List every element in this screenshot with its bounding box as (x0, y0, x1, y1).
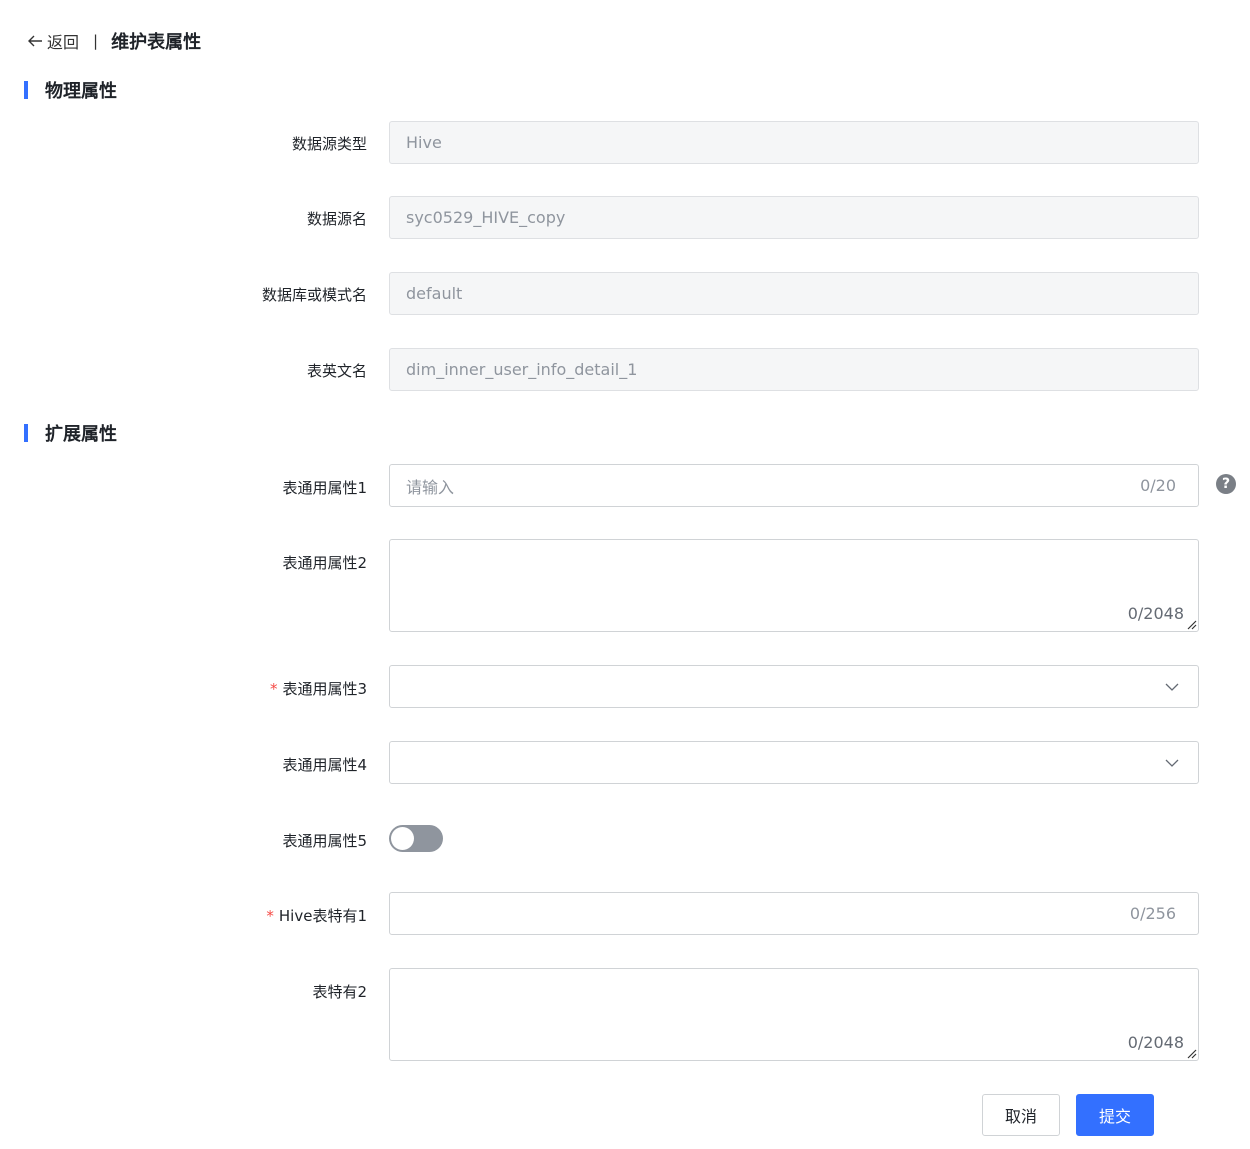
attr5-toggle[interactable] (389, 825, 443, 852)
attr1-placeholder: 请输入 (406, 477, 455, 497)
attr1-input[interactable]: 请输入 0/20 (389, 464, 1199, 507)
section-physical-title: 物理属性 (24, 79, 117, 102)
section-physical-label: 物理属性 (45, 81, 117, 102)
section-extended-title: 扩展属性 (24, 422, 117, 445)
datasource-type-field: Hive (389, 121, 1199, 164)
attr2-textarea[interactable]: 0/2048 (389, 539, 1199, 632)
datasource-type-label: 数据源类型 (291, 135, 367, 153)
arrow-left-icon (28, 35, 42, 47)
table-name-value: dim_inner_user_info_detail_1 (406, 360, 638, 379)
database-name-field: default (389, 272, 1199, 315)
header-separator: | (93, 32, 99, 50)
datasource-type-value: Hive (406, 133, 442, 152)
hive1-label: * Hive表特有1 (266, 905, 367, 926)
back-label: 返回 (47, 33, 80, 52)
hive1-label-text: Hive表特有1 (278, 907, 367, 925)
cancel-button[interactable]: 取消 (982, 1094, 1060, 1136)
required-mark: * (266, 907, 274, 925)
submit-button[interactable]: 提交 (1076, 1094, 1154, 1136)
attr3-select[interactable] (389, 665, 1199, 708)
attr3-label: * 表通用属性3 (270, 678, 367, 699)
page-title: 维护表属性 (111, 32, 202, 53)
required-mark: * (269, 680, 278, 698)
table-name-field: dim_inner_user_info_detail_1 (389, 348, 1199, 391)
section-accent-bar (24, 424, 28, 442)
attr4-select[interactable] (389, 741, 1199, 784)
attr5-label: 表通用属性5 (282, 832, 367, 850)
special2-label: 表特有2 (312, 983, 367, 1001)
table-name-label: 表英文名 (306, 362, 367, 380)
help-icon[interactable]: ? (1216, 474, 1236, 494)
datasource-name-label: 数据源名 (306, 210, 367, 228)
attr1-counter: 0/20 (1140, 476, 1176, 495)
attr1-label: 表通用属性1 (282, 479, 367, 497)
database-name-value: default (406, 284, 463, 303)
attr2-label: 表通用属性2 (282, 554, 367, 572)
special2-textarea[interactable]: 0/2048 (389, 968, 1199, 1061)
toggle-knob (391, 827, 414, 850)
hive1-input[interactable]: 0/256 (389, 892, 1199, 935)
datasource-name-value: syc0529_HIVE_copy (406, 208, 566, 227)
section-extended-label: 扩展属性 (45, 424, 117, 445)
page-header: 返回 | 维护表属性 (26, 28, 201, 54)
attr2-counter: 0/2048 (1127, 604, 1184, 623)
database-name-label: 数据库或模式名 (261, 286, 367, 304)
chevron-down-icon (1165, 683, 1179, 691)
hive1-counter: 0/256 (1129, 904, 1176, 923)
resize-handle-icon[interactable] (1185, 1047, 1197, 1059)
attr4-label: 表通用属性4 (282, 756, 367, 774)
attr3-label-text: 表通用属性3 (282, 680, 367, 698)
chevron-down-icon (1165, 759, 1179, 767)
resize-handle-icon[interactable] (1185, 618, 1197, 630)
datasource-name-field: syc0529_HIVE_copy (389, 196, 1199, 239)
special2-counter: 0/2048 (1127, 1033, 1184, 1052)
back-button[interactable]: 返回 (26, 29, 79, 53)
section-accent-bar (24, 81, 28, 99)
